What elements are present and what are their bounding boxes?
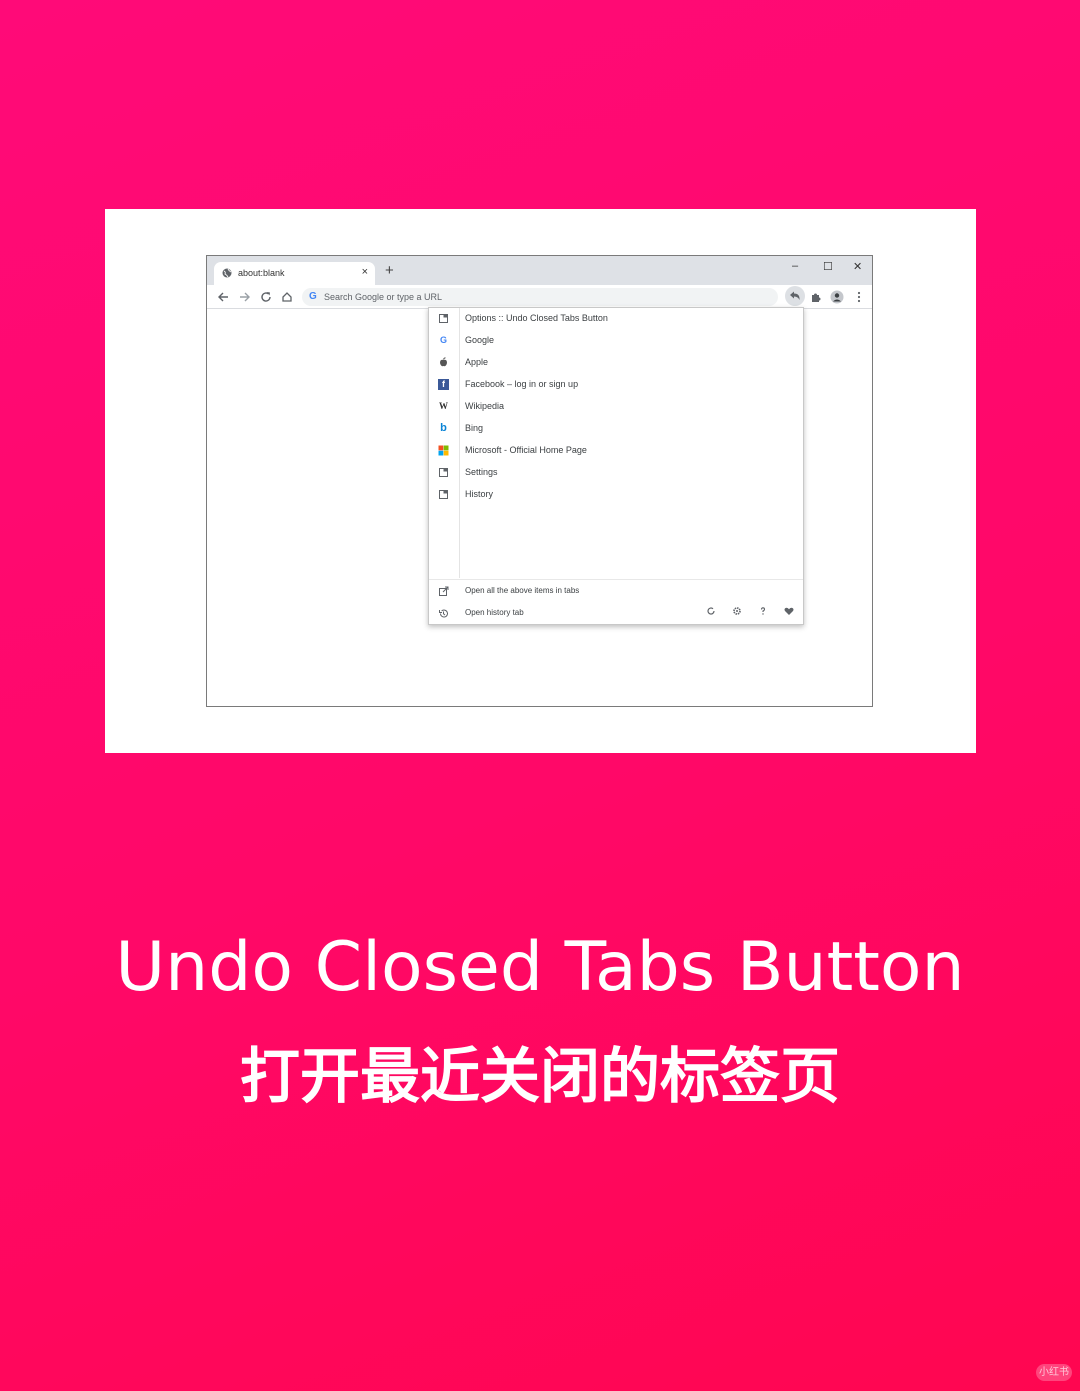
minimize-button[interactable]: – (792, 260, 798, 272)
wikipedia-icon: W (439, 401, 448, 411)
browser-window: about:blank × + – ☐ ✕ G Search Google or… (206, 255, 873, 707)
home-icon[interactable] (280, 290, 294, 304)
new-tab-button[interactable]: + (385, 263, 394, 278)
toolbar: G Search Google or type a URL (207, 285, 872, 309)
maximize-button[interactable]: ☐ (823, 260, 833, 273)
omnibox-placeholder: Search Google or type a URL (324, 292, 443, 302)
title-bar: about:blank × + – ☐ ✕ (207, 256, 872, 285)
subline-chinese: 打开最近关闭的标签页 (240, 1042, 840, 1112)
more-menu-icon[interactable] (852, 290, 866, 304)
closed-tab-item[interactable]: Settings (429, 463, 803, 483)
facebook-icon: f (438, 379, 449, 390)
closed-tab-label: Facebook – log in or sign up (465, 379, 579, 389)
extensions-puzzle-icon[interactable] (809, 290, 823, 304)
undo-closed-tabs-button[interactable] (785, 286, 805, 306)
bing-icon: b (440, 422, 447, 434)
closed-tab-label: Apple (465, 357, 489, 367)
window-close-button[interactable]: ✕ (853, 260, 862, 273)
google-g-icon: G (309, 291, 317, 302)
closed-tab-label: Bing (465, 423, 484, 433)
closed-tab-item[interactable]: History (429, 485, 803, 505)
closed-tab-item[interactable]: W Wikipedia (429, 397, 803, 417)
heart-icon[interactable] (783, 605, 795, 617)
browser-tab[interactable]: about:blank × (214, 262, 375, 285)
closed-tab-item[interactable]: Apple (429, 353, 803, 373)
settings-gear-icon[interactable] (731, 605, 743, 617)
tab-close-icon[interactable]: × (362, 266, 368, 278)
google-icon: G (439, 335, 447, 345)
history-icon (439, 609, 448, 618)
page-icon (439, 314, 448, 323)
closed-tab-label: Google (465, 335, 495, 345)
undo-arrow-icon (790, 291, 800, 300)
open-history-tab-button[interactable]: Open history tab (429, 604, 803, 624)
apple-icon (440, 357, 447, 367)
microsoft-icon (438, 445, 449, 456)
open-all-in-tabs-button[interactable]: Open all the above items in tabs (429, 582, 803, 602)
closed-tab-label: Microsoft - Official Home Page (465, 445, 587, 455)
screenshot-card: about:blank × + – ☐ ✕ G Search Google or… (105, 209, 976, 753)
closed-tab-label: History (465, 489, 494, 499)
closed-tab-label: Options :: Undo Closed Tabs Button (465, 313, 608, 323)
help-icon[interactable] (757, 605, 769, 617)
headline-title: Undo Closed Tabs Button (115, 928, 965, 1007)
forward-icon[interactable] (238, 290, 252, 304)
open-external-icon (439, 586, 449, 596)
closed-tab-item[interactable]: Microsoft - Official Home Page (429, 441, 803, 461)
closed-tab-item[interactable]: G Google (429, 331, 803, 351)
refresh-small-icon[interactable] (705, 605, 717, 617)
closed-tab-item[interactable]: b Bing (429, 419, 803, 439)
undo-closed-tabs-popup: Options :: Undo Closed Tabs Button G Goo… (428, 307, 804, 625)
globe-icon (222, 268, 232, 278)
back-icon[interactable] (216, 290, 230, 304)
watermark-badge: 小红书 (1036, 1364, 1072, 1381)
profile-avatar-icon[interactable] (830, 290, 844, 304)
popup-footer-divider (429, 579, 803, 580)
closed-tab-item[interactable]: Options :: Undo Closed Tabs Button (429, 309, 803, 329)
closed-tab-label: Wikipedia (465, 401, 505, 411)
open-all-label: Open all the above items in tabs (465, 586, 580, 595)
omnibox[interactable]: G Search Google or type a URL (302, 288, 778, 306)
reload-icon[interactable] (259, 290, 273, 304)
open-history-label: Open history tab (465, 608, 524, 617)
closed-tab-item[interactable]: f Facebook – log in or sign up (429, 375, 803, 395)
page-icon (439, 490, 448, 499)
closed-tab-label: Settings (465, 467, 498, 477)
tab-title: about:blank (238, 268, 285, 278)
page-icon (439, 468, 448, 477)
